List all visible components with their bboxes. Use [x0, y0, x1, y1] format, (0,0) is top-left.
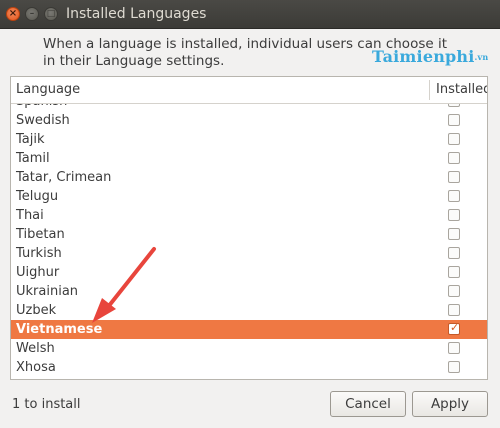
column-divider	[429, 80, 430, 100]
maximize-icon[interactable]: □	[44, 7, 58, 21]
language-name: Ukrainian	[16, 284, 79, 299]
language-name: Thai	[16, 208, 44, 223]
installed-checkbox[interactable]	[448, 342, 460, 354]
list-item[interactable]: Swedish	[11, 111, 487, 130]
list-item[interactable]: Vietnamese	[11, 320, 487, 339]
list-item[interactable]: Uighur	[11, 263, 487, 282]
apply-button[interactable]: Apply	[412, 391, 488, 417]
installed-checkbox[interactable]	[448, 104, 460, 107]
list-item[interactable]: Thai	[11, 206, 487, 225]
installed-checkbox[interactable]	[448, 114, 460, 126]
installed-checkbox[interactable]	[448, 171, 460, 183]
language-name: Uighur	[16, 265, 60, 280]
language-name: Telugu	[16, 189, 59, 204]
language-name: Spanish	[16, 104, 67, 111]
list-header: Language Installed	[11, 77, 487, 104]
installed-checkbox[interactable]	[448, 228, 460, 240]
list-item[interactable]: Spanish	[11, 104, 487, 111]
column-header-installed[interactable]: Installed	[436, 77, 487, 103]
list-rows-viewport[interactable]: Spanish Swedish Tajik Tamil Tatar, Crimean Te…	[11, 104, 487, 379]
column-header-language[interactable]: Language	[16, 77, 80, 103]
watermark-logo: Taimienphi.vn	[372, 47, 488, 66]
list-item[interactable]: Xhosa	[11, 358, 487, 377]
list-item[interactable]: Telugu	[11, 187, 487, 206]
installed-checkbox[interactable]	[448, 321, 460, 335]
list-item[interactable]: Ukrainian	[11, 282, 487, 301]
list-item[interactable]: Tatar, Crimean	[11, 168, 487, 187]
window-title: Installed Languages	[66, 6, 207, 22]
installed-checkbox[interactable]	[448, 190, 460, 202]
language-name: Vietnamese	[16, 322, 103, 337]
watermark-suffix: .vn	[474, 52, 489, 62]
installed-checkbox[interactable]	[448, 247, 460, 259]
language-name: Uzbek	[16, 303, 57, 318]
list-item[interactable]: Turkish	[11, 244, 487, 263]
language-name: Tamil	[16, 151, 50, 166]
installed-checkbox[interactable]	[448, 209, 460, 221]
language-list[interactable]: Language Installed Spanish Swedish Tajik Ta…	[10, 76, 488, 380]
watermark-main: Taimienphi	[372, 47, 475, 66]
installed-checkbox[interactable]	[448, 361, 460, 373]
close-icon[interactable]: ×	[6, 7, 20, 21]
installed-checkbox[interactable]	[448, 152, 460, 164]
language-name: Swedish	[16, 113, 70, 128]
list-rows: Spanish Swedish Tajik Tamil Tatar, Crimean Te…	[11, 104, 487, 377]
language-name: Tibetan	[16, 227, 65, 242]
list-item[interactable]: Tamil	[11, 149, 487, 168]
list-item[interactable]: Welsh	[11, 339, 487, 358]
installed-checkbox[interactable]	[448, 304, 460, 316]
cancel-button[interactable]: Cancel	[330, 391, 406, 417]
title-bar: × – □ Installed Languages	[0, 0, 500, 29]
list-item[interactable]: Uzbek	[11, 301, 487, 320]
language-name: Turkish	[16, 246, 62, 261]
language-name: Tajik	[16, 132, 45, 147]
installed-languages-window: × – □ Installed Languages When a languag…	[0, 0, 500, 428]
installed-checkbox[interactable]	[448, 133, 460, 145]
list-item[interactable]: Tajik	[11, 130, 487, 149]
installed-checkbox[interactable]	[448, 266, 460, 278]
language-name: Xhosa	[16, 360, 56, 375]
minimize-icon[interactable]: –	[25, 7, 39, 21]
installed-checkbox[interactable]	[448, 285, 460, 297]
language-name: Welsh	[16, 341, 55, 356]
list-item[interactable]: Tibetan	[11, 225, 487, 244]
status-text: 1 to install	[12, 397, 81, 412]
language-name: Tatar, Crimean	[16, 170, 112, 185]
